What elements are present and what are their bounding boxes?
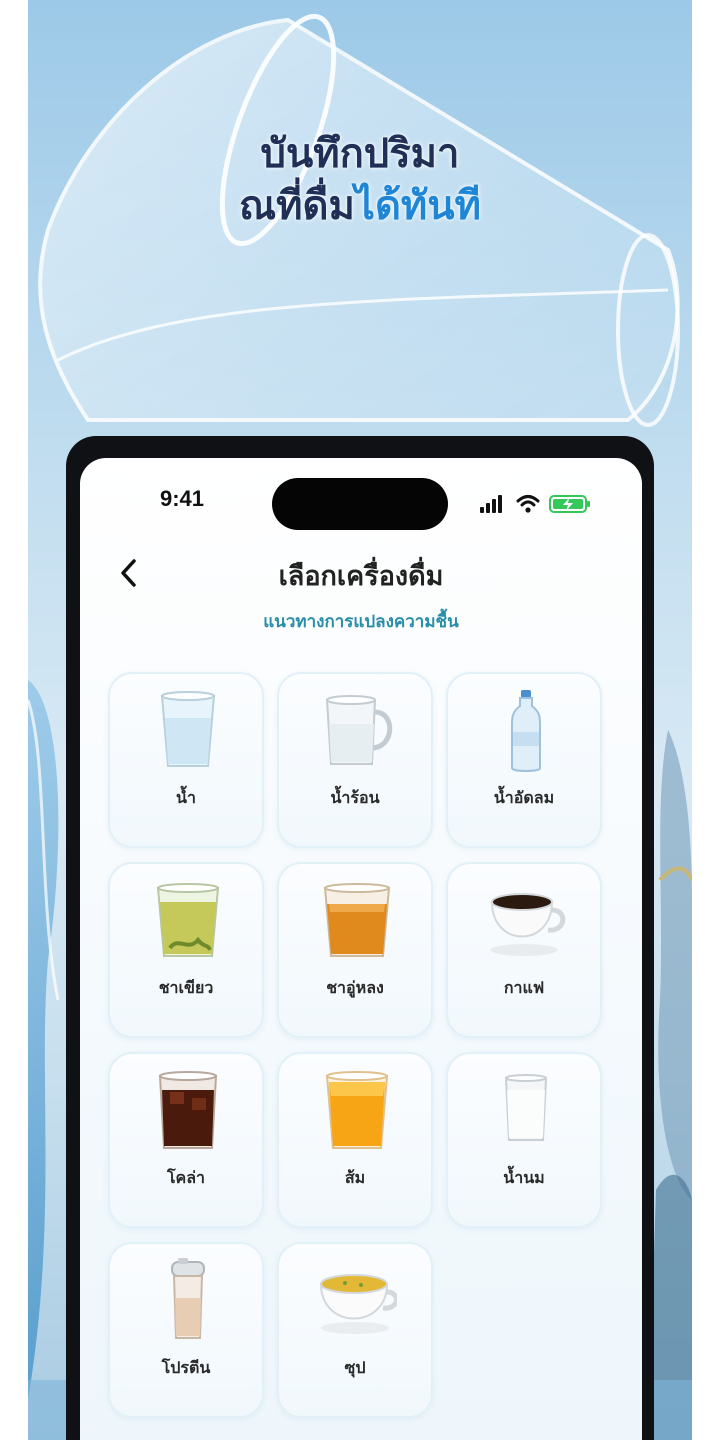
water-glass-icon [160,691,216,767]
headline-line-1: บันทึกปริมา [260,131,460,177]
drink-card-water[interactable]: น้ำ [108,672,264,848]
drink-card-oolong-tea[interactable]: ชาอู่หลง [277,862,433,1038]
drink-card-green-tea[interactable]: ชาเขียว [108,862,264,1038]
green-tea-icon [156,883,220,957]
headline-line-2-plain: ณที่ดื่ม [239,183,355,229]
battery-charging-icon [549,495,590,513]
drink-card-cola[interactable]: โคล่า [108,1052,264,1228]
drink-label: น้ำอัดลม [493,788,555,807]
drink-label: โคล่า [166,1168,206,1187]
drink-label: น้ำ [176,788,196,807]
milk-glass-icon [504,1074,548,1141]
soup-bowl-icon [319,1274,397,1334]
cellular-signal-icon [480,495,502,513]
drink-label: น้ำร้อน [330,788,380,807]
phone-screen: 9:41 เลือกเครื่องดื่ม แนวทางการแปลงความช… [80,458,642,1440]
headline-line-2: ณที่ดื่มได้ทันที [0,180,720,232]
dynamic-island [272,478,448,530]
wifi-icon [516,495,540,513]
drink-label: ส้ม [344,1168,366,1187]
drink-label: น้ำนม [503,1168,545,1187]
drink-label: ชาอู่หลง [326,978,384,997]
drink-card-soup[interactable]: ซุป [277,1242,433,1418]
status-time: 9:41 [160,486,205,511]
drink-card-coffee[interactable]: กาแฟ [446,862,602,1038]
drink-label: ชาเขียว [158,978,214,997]
drink-label: ซุป [344,1358,366,1377]
headline: บันทึกปริมา ณที่ดื่มได้ทันที [0,128,720,232]
soda-bottle-icon [511,690,541,772]
conversion-guide-link[interactable]: แนวทางการแปลงความชื้น [80,608,642,635]
orange-juice-icon [325,1071,389,1149]
oolong-tea-icon [323,883,391,957]
cola-glass-icon [158,1071,218,1149]
page-title: เลือกเครื่องดื่ม [278,561,444,592]
drink-card-hot-water[interactable]: น้ำร้อน [277,672,433,848]
hot-water-mug-icon [325,695,393,765]
headline-line-2-accent: ได้ทันที [354,183,481,229]
protein-shaker-icon [171,1258,205,1339]
status-icons [480,495,590,513]
drink-card-orange-juice[interactable]: ส้ม [277,1052,433,1228]
drink-card-protein[interactable]: โปรตีน [108,1242,264,1418]
drink-card-soda[interactable]: น้ำอัดลม [446,672,602,848]
drink-label: โปรตีน [161,1358,211,1377]
drink-card-milk[interactable]: น้ำนม [446,1052,602,1228]
drink-grid: น้ำ น้ำร้อน น้ำอัดลม ชาเขียว ชาอู่หลง กา… [108,672,602,1432]
coffee-cup-icon [490,893,566,956]
drink-label: กาแฟ [503,978,545,997]
